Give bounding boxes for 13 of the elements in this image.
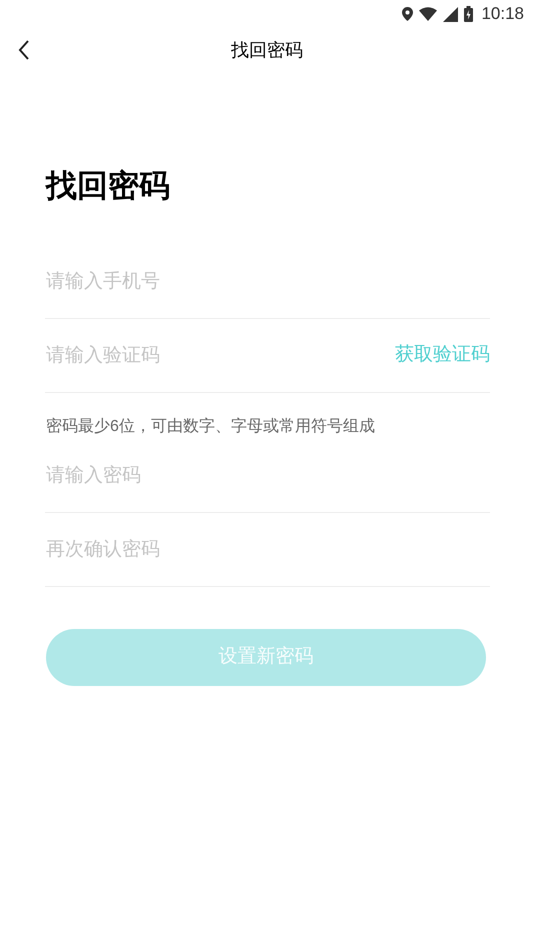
input-field[interactable]: 请输入密码 <box>46 456 490 496</box>
status-time: 10:18 <box>481 3 524 26</box>
input-field[interactable]: 请输入验证码 <box>46 336 395 376</box>
get-code-link[interactable]: 获取验证码 <box>395 341 490 370</box>
password-hint: 密码最少6位，可由数字、字母或常用符号组成 <box>46 416 376 437</box>
signal-icon <box>443 6 458 22</box>
page-title: 找回密码 <box>231 38 303 62</box>
location-icon <box>402 7 414 21</box>
input-field[interactable]: 再次确认密码 <box>46 530 490 570</box>
input-field[interactable]: 请输入手机号 <box>46 262 490 302</box>
heading: 找回密码 <box>46 170 171 201</box>
battery-icon <box>464 6 474 22</box>
wifi-icon <box>419 7 438 21</box>
